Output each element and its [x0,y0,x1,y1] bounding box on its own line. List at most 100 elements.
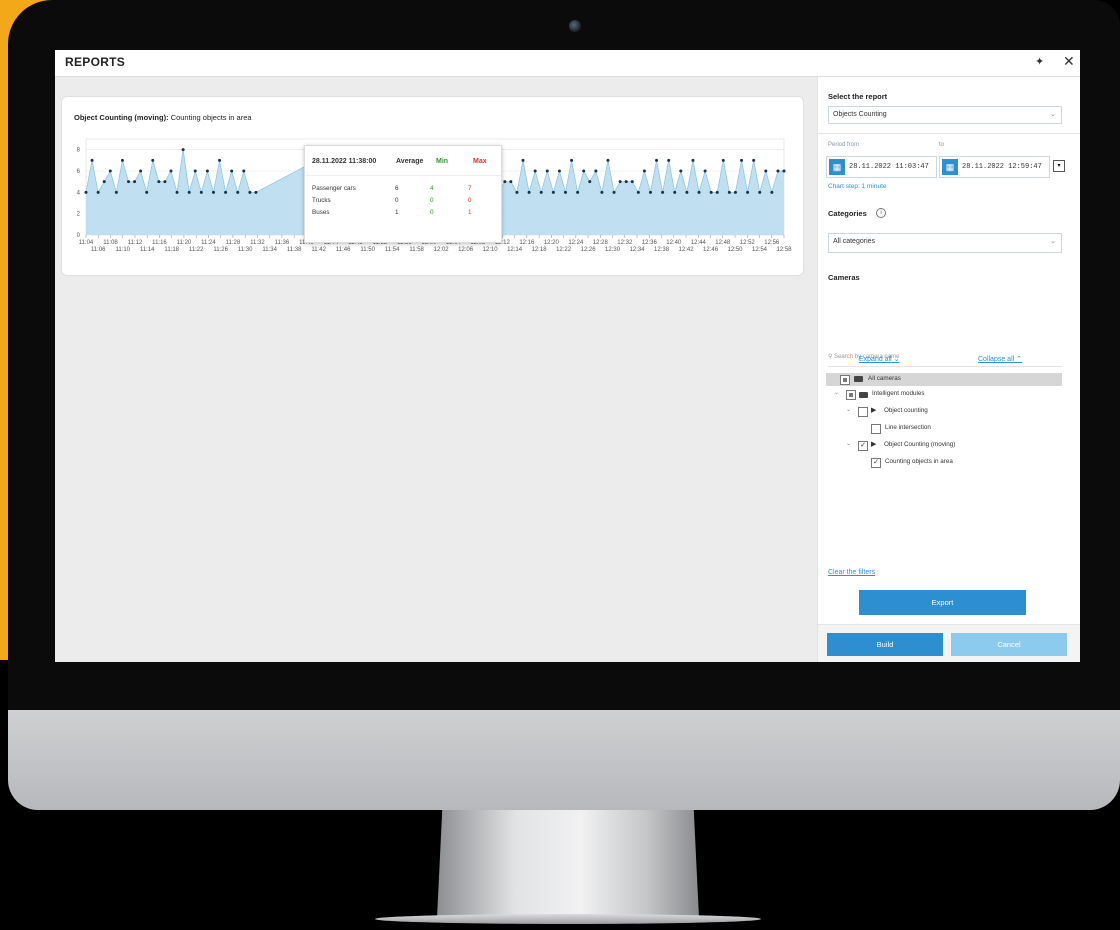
tooltip-row-label: Buses [312,209,330,216]
x-tick-label: 11:28 [226,240,241,246]
report-select[interactable]: Objects Counting ⌄ [828,106,1062,124]
data-point [84,190,88,194]
x-tick-label: 11:18 [164,247,179,253]
collapse-all-label: Collapse all [978,356,1015,363]
x-tick-label: 12:20 [544,240,560,246]
x-tick-label: 12:44 [691,240,707,246]
date-from-field[interactable]: ▦ 28.11.2022 11:03:47 [826,156,937,178]
x-tick-label: 12:18 [532,247,548,253]
x-tick-label: 11:26 [213,247,228,253]
chevron-down-icon[interactable]: ⌄ [834,389,839,396]
chevron-down-icon[interactable]: ⌄ [846,440,851,447]
period-dropdown-icon[interactable]: ▾ [1053,160,1065,172]
tooltip-row-average: 1 [395,209,399,216]
data-point [133,180,137,184]
x-tick-label: 12:42 [679,247,695,253]
tree-item-intelligent-modules[interactable]: Intelligent modules [872,388,925,400]
period-from-label: Period from [828,142,860,148]
x-tick-label: 12:32 [617,240,633,246]
monitor-chin [8,710,1120,810]
x-tick-label: 12:50 [728,247,744,253]
calendar-icon[interactable]: ▦ [829,159,845,175]
camera-icon: ▶ [871,407,877,414]
x-tick-label: 12:34 [630,247,646,253]
data-point [126,180,130,184]
tree-item-all-cameras[interactable]: All cameras [826,373,1062,386]
data-point [606,158,610,162]
cancel-button[interactable]: Cancel [951,633,1067,656]
monitor-stand-base [375,914,761,924]
categories-select[interactable]: All categories ⌄ [828,233,1062,253]
data-point [175,190,179,194]
data-point [655,158,659,162]
tree-item-line-intersection[interactable]: Line intersection [885,422,931,434]
all-cameras-checkbox[interactable] [840,375,850,385]
categories-label: Categories [828,209,867,218]
line-intersection-checkbox[interactable] [871,424,881,434]
data-point [193,169,197,173]
data-point [248,190,252,194]
x-tick-label: 11:08 [103,240,118,246]
x-tick-label: 12:28 [593,240,609,246]
y-tick-label: 8 [77,148,81,154]
x-tick-label: 11:30 [238,247,253,253]
tooltip-header-average: Average [396,158,424,165]
x-tick-label: 12:16 [519,240,535,246]
data-point [691,158,695,162]
export-button[interactable]: Export [859,590,1026,615]
y-tick-label: 6 [77,169,81,175]
data-point [709,190,713,194]
period-to-label: to [939,142,945,148]
data-point [539,190,543,194]
x-tick-label: 11:54 [385,247,400,253]
folder-icon [859,392,868,398]
tooltip-title: 28.11.2022 11:38:00 [312,158,377,165]
x-tick-label: 11:22 [189,247,204,253]
clear-filters-link[interactable]: Clear the filters [828,569,875,576]
counting-objects-in-area-checkbox[interactable]: ✓ [871,458,881,468]
close-icon[interactable]: ✕ [1063,53,1075,70]
chart-step-link[interactable]: Chart step: 1 minute [828,183,887,190]
data-point [163,180,167,184]
chart-card: Object Counting (moving): Counting objec… [61,96,804,276]
x-tick-label: 11:20 [177,240,192,246]
data-point [521,158,525,162]
data-point [752,158,756,162]
data-point [570,158,574,162]
data-point [151,158,155,162]
tree-item-object-counting-moving[interactable]: Object Counting (moving) [884,439,955,451]
build-button[interactable]: Build [827,633,943,656]
camera-icon: ▶ [871,441,877,448]
tooltip-row-max: 0 [468,197,472,204]
calendar-icon[interactable]: ▦ [942,159,958,175]
chevron-down-icon[interactable]: ⌄ [846,406,851,413]
data-point [746,190,750,194]
expand-all-link[interactable]: Expand all ⌄ [859,355,900,363]
x-tick-label: 12:22 [556,247,572,253]
x-tick-label: 12:40 [666,240,682,246]
data-point [102,180,106,184]
info-icon[interactable]: i [876,208,886,218]
data-point [685,190,689,194]
tree-item-counting-objects-in-area[interactable]: Counting objects in area [885,456,953,468]
x-tick-label: 11:12 [128,240,143,246]
data-point [764,169,768,173]
data-point [642,169,646,173]
object-counting-checkbox[interactable] [858,407,868,417]
x-tick-label: 11:34 [262,247,277,253]
tree-item-object-counting[interactable]: Object counting [884,405,928,417]
data-point [697,190,701,194]
date-to-field[interactable]: ▦ 28.11.2022 12:59:47 [939,156,1050,178]
intelligent-modules-checkbox[interactable] [846,390,856,400]
collapse-all-link[interactable]: Collapse all ⌃ [978,355,1022,363]
x-tick-label: 11:46 [336,247,351,253]
x-tick-label: 12:48 [715,240,731,246]
data-point [715,190,719,194]
data-point [758,190,762,194]
data-point [224,190,228,194]
data-point [612,190,616,194]
data-point [96,190,100,194]
object-counting-moving-checkbox[interactable]: ✓ [858,441,868,451]
tooltip-row-min: 0 [430,197,434,204]
pin-icon[interactable]: ✦ [1035,55,1044,68]
